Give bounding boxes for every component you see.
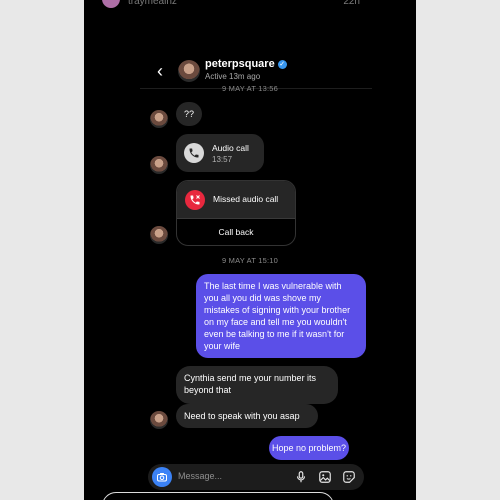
contact-username: peterpsquare <box>205 58 275 70</box>
message-bubble-incoming[interactable]: Need to speak with you asap <box>176 404 318 428</box>
bottom-sheet-edge <box>102 492 334 500</box>
date-separator: 9 MAY AT 15:10 <box>221 256 279 265</box>
sender-avatar[interactable] <box>150 411 168 429</box>
contact-avatar[interactable] <box>178 60 200 82</box>
sender-avatar[interactable] <box>150 156 168 174</box>
call-title: Audio call <box>212 143 249 153</box>
image-icon[interactable] <box>318 470 332 484</box>
message-text: Hope no problem? <box>271 443 347 453</box>
message-bubble-incoming[interactable]: ?? <box>176 102 202 126</box>
date-separator: 9 MAY AT 13:56 <box>221 84 279 93</box>
message-text: ?? <box>183 109 194 119</box>
message-input[interactable]: Message... <box>178 471 222 481</box>
message-bubble-outgoing[interactable]: Hope no problem? <box>269 436 349 460</box>
microphone-icon[interactable] <box>294 470 308 484</box>
story-meta: 22h <box>343 0 360 7</box>
story-avatar <box>102 0 120 8</box>
contact-status: Active 13m ago <box>205 72 261 81</box>
audio-call-bubble[interactable]: Audio call 13:57 <box>176 134 264 172</box>
verified-badge-icon: ✓ <box>277 60 287 69</box>
message-composer[interactable]: Message... <box>148 464 364 490</box>
call-time: 13:57 <box>212 155 233 164</box>
phone-icon <box>184 143 204 163</box>
camera-icon[interactable] <box>152 467 172 487</box>
message-text: The last time I was vulnerable with you … <box>204 281 351 351</box>
sender-avatar[interactable] <box>150 110 168 128</box>
message-text: Need to speak with you asap <box>184 411 300 421</box>
story-username: traymealnz <box>128 0 177 7</box>
missed-call-title: Missed audio call <box>213 194 279 204</box>
message-bubble-outgoing[interactable]: The last time I was vulnerable with you … <box>196 274 366 358</box>
message-bubble-incoming[interactable]: Cynthia send me your number its beyond t… <box>176 366 338 404</box>
sender-avatar[interactable] <box>150 226 168 244</box>
missed-call-card: Missed audio call Call back <box>176 180 296 246</box>
contact-name[interactable]: peterpsquare ✓ <box>205 58 287 70</box>
call-back-button[interactable]: Call back <box>177 219 295 245</box>
phone-screen: traymealnz 22h ‹ peterpsquare ✓ Active 13… <box>84 0 416 500</box>
missed-call-icon <box>185 190 205 210</box>
story-header-remnant: traymealnz 22h <box>84 0 416 10</box>
chevron-left-icon[interactable]: ‹ <box>152 60 168 82</box>
sticker-icon[interactable] <box>342 470 356 484</box>
message-text: Cynthia send me your number its beyond t… <box>184 373 317 395</box>
